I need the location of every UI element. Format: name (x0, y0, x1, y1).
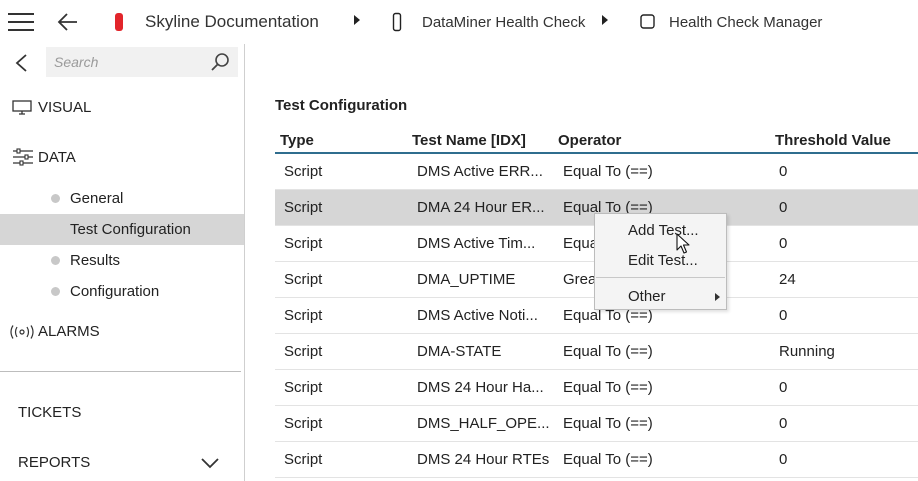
sidebar-item-test-configuration[interactable]: Test Configuration (0, 214, 244, 245)
column-header-type[interactable]: Type (280, 132, 314, 149)
sidebar-item-label: Test Configuration (70, 221, 191, 238)
cell-threshold: 0 (779, 199, 788, 216)
sidebar-item-data[interactable]: DATA (0, 142, 244, 173)
cell-test-name: DMA 24 Hour ER... (417, 199, 545, 216)
breadcrumb-item-health-check-manager[interactable]: Health Check Manager (640, 0, 822, 44)
cell-operator: Grea (563, 271, 597, 288)
cell-operator: Equal To (==) (563, 343, 653, 360)
cell-threshold: 0 (779, 163, 788, 180)
sidebar-item-configuration[interactable]: Configuration (0, 276, 244, 307)
menu-item-add-test[interactable]: Add Test... (595, 216, 726, 244)
sidebar-item-results[interactable]: Results (0, 245, 244, 276)
column-header-test-name[interactable]: Test Name [IDX] (412, 132, 526, 149)
cell-threshold: 24 (779, 271, 796, 288)
sidebar-item-label: General (70, 190, 124, 207)
hamburger-menu-icon[interactable] (8, 13, 34, 31)
cell-operator: Equal To (==) (563, 163, 653, 180)
sidebar: VISUAL DATA General Test Configuration R… (0, 44, 245, 481)
sidebar-label-alarms: ALARMS (38, 323, 100, 340)
red-bookmark-icon (115, 13, 123, 31)
sliders-icon (13, 148, 33, 166)
cell-test-name: DMS_HALF_OPE... (417, 415, 550, 432)
cell-operator: Equal To (==) (563, 379, 653, 396)
breadcrumb-label: Health Check Manager (669, 13, 823, 31)
cell-threshold: 0 (779, 415, 788, 432)
sidebar-divider (0, 371, 241, 372)
menu-divider (596, 277, 725, 278)
cell-test-name: DMA_UPTIME (417, 271, 516, 288)
cell-operator: Equal To (==) (563, 415, 653, 432)
cell-test-name: DMS Active Noti... (417, 307, 538, 324)
column-header-operator[interactable]: Operator (558, 132, 621, 149)
cell-test-name: DMS Active Tim... (417, 235, 536, 252)
cell-type: Script (284, 271, 323, 288)
top-bar: Skyline Documentation DataMiner Health C… (0, 0, 918, 44)
cell-type: Script (284, 163, 323, 180)
sidebar-item-label: Configuration (70, 283, 160, 300)
bullet-icon (51, 287, 60, 296)
cell-operator: Equal To (==) (563, 451, 653, 468)
sidebar-item-general[interactable]: General (0, 183, 244, 214)
sidebar-item-visual[interactable]: VISUAL (0, 92, 244, 123)
cell-type: Script (284, 379, 323, 396)
cell-test-name: DMS Active ERR... (417, 163, 543, 180)
search-input[interactable] (46, 47, 206, 77)
sidebar-item-reports[interactable]: REPORTS (18, 454, 90, 471)
chevron-left-icon[interactable] (12, 52, 32, 74)
menu-item-edit-test[interactable]: Edit Test... (595, 246, 726, 274)
cell-type: Script (284, 307, 323, 324)
cell-operator: Equa (563, 235, 599, 252)
cell-type: Script (284, 451, 323, 468)
breadcrumb-label: DataMiner Health Check (422, 13, 586, 31)
table-row[interactable]: Script DMS Active ERR... Equal To (==) 0 (275, 154, 918, 190)
submenu-arrow-icon (715, 293, 720, 301)
breadcrumb-item-dataminer-health-check[interactable]: DataMiner Health Check (392, 0, 585, 44)
cell-type: Script (284, 235, 323, 252)
sidebar-label-data: DATA (38, 149, 76, 166)
sidebar-item-tickets[interactable]: TICKETS (18, 404, 81, 421)
chevron-down-icon[interactable] (200, 456, 220, 470)
breadcrumb-separator-icon (602, 15, 608, 25)
table-row[interactable]: Script DMS_HALF_OPE... Equal To (==) 0 (275, 406, 918, 442)
context-menu: Add Test... Edit Test... Other (594, 213, 727, 310)
cell-test-name: DMS 24 Hour Ha... (417, 379, 544, 396)
cell-type: Script (284, 415, 323, 432)
cell-threshold: Running (779, 343, 835, 360)
menu-item-other[interactable]: Other (595, 282, 726, 310)
cell-threshold: 0 (779, 235, 788, 252)
sidebar-label-visual: VISUAL (38, 99, 92, 116)
cell-threshold: 0 (779, 379, 788, 396)
breadcrumb-label: Skyline Documentation (145, 12, 319, 31)
column-header-threshold-value[interactable]: Threshold Value (775, 132, 891, 149)
cell-threshold: 0 (779, 307, 788, 324)
cell-test-name: DMA-STATE (417, 343, 502, 360)
cell-test-name: DMS 24 Hour RTEs (417, 451, 550, 468)
broadcast-icon (10, 325, 34, 339)
sidebar-item-label: Results (70, 252, 121, 269)
table-row[interactable]: Script DMS 24 Hour RTEs Equal To (==) 0 (275, 442, 918, 478)
sidebar-item-alarms[interactable]: ALARMS (0, 316, 244, 347)
page-title: Test Configuration (275, 97, 408, 114)
table-row[interactable]: Script DMS 24 Hour Ha... Equal To (==) 0 (275, 370, 918, 406)
search-icon[interactable] (210, 52, 230, 72)
bullet-icon (51, 194, 60, 203)
page-outline-icon (392, 12, 402, 32)
table-header: Type Test Name [IDX] Operator Threshold … (275, 128, 918, 154)
bullet-icon (51, 256, 60, 265)
cell-type: Script (284, 199, 323, 216)
search-box (46, 47, 238, 77)
breadcrumb-item-skyline-documentation[interactable]: Skyline Documentation (114, 0, 319, 44)
square-outline-icon (640, 14, 655, 29)
mouse-cursor-icon (676, 233, 690, 254)
menu-item-label: Other (628, 288, 666, 305)
cell-threshold: 0 (779, 451, 788, 468)
breadcrumb-separator-icon (354, 15, 360, 25)
table-row[interactable]: Script DMA-STATE Equal To (==) Running (275, 334, 918, 370)
back-arrow-icon[interactable] (56, 10, 80, 34)
monitor-icon (12, 100, 32, 115)
cell-type: Script (284, 343, 323, 360)
